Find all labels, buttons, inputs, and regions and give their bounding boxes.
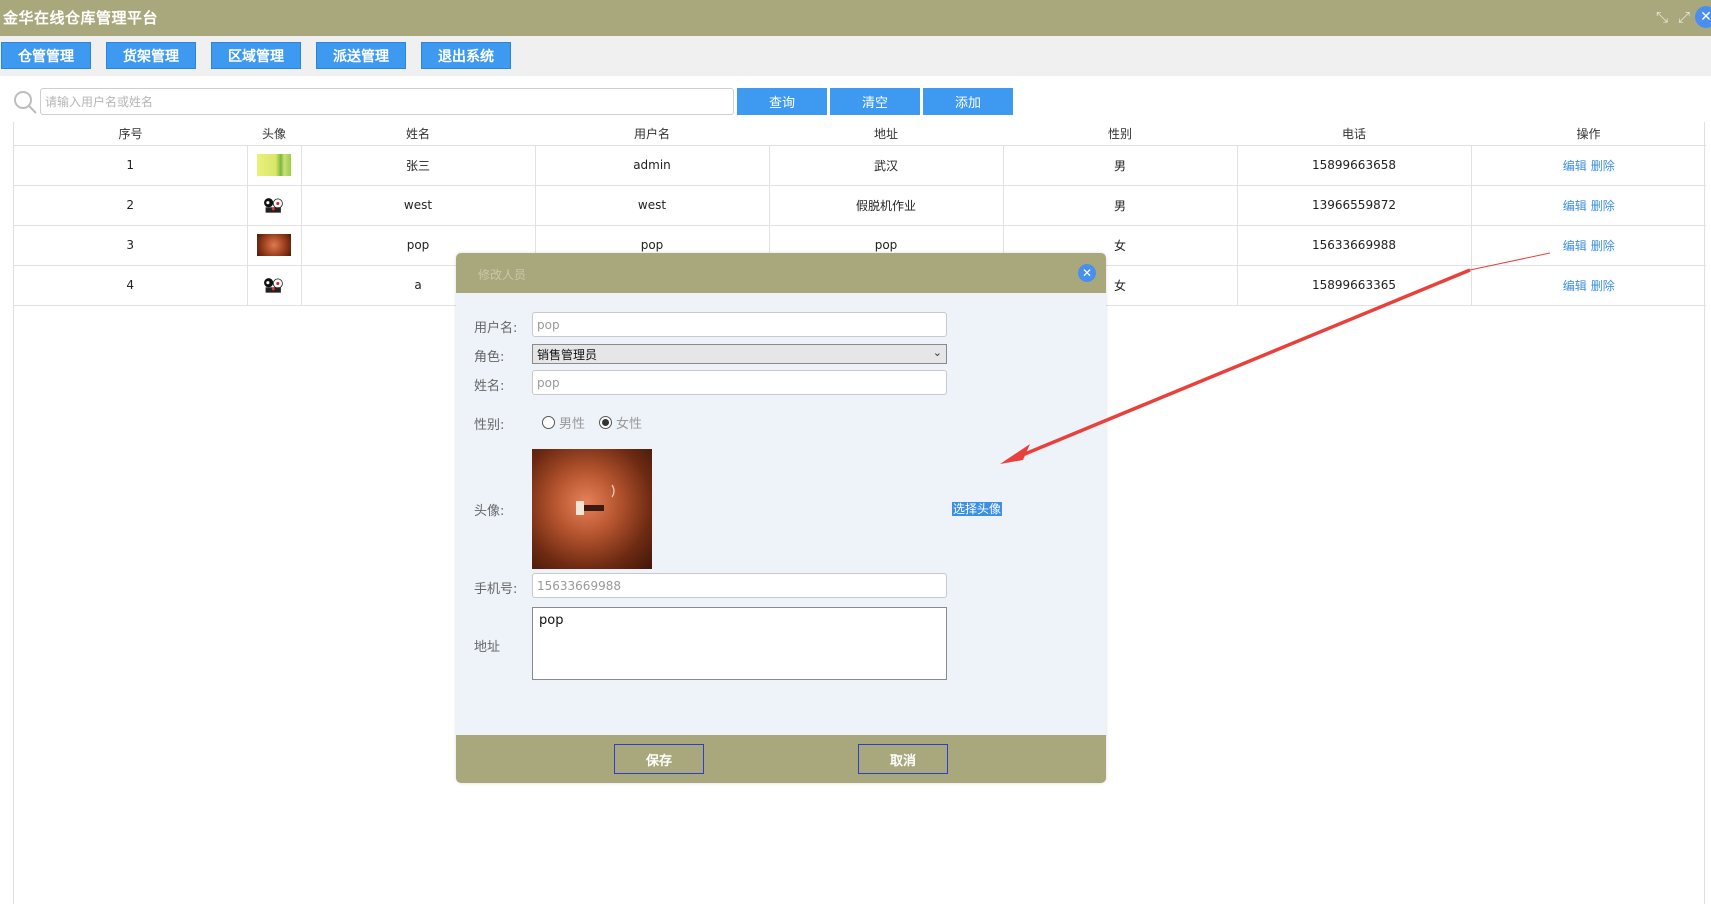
dialog-close-icon[interactable]: ✕ xyxy=(1078,264,1096,282)
nav-shelf-button[interactable]: 货架管理 xyxy=(106,42,196,69)
title-bar: 金华在线仓库管理平台 ⤡ ⤢ ✕ xyxy=(0,0,1711,36)
nav-warehouse-button[interactable]: 仓管管理 xyxy=(1,42,91,69)
avatar-label: 头像: xyxy=(474,504,505,519)
query-button[interactable]: 查询 xyxy=(737,88,827,115)
avatar-preview-logo xyxy=(576,484,615,515)
col-header-phone: 电话 xyxy=(1237,122,1471,146)
cell-gender: 男 xyxy=(1002,144,1238,186)
delete-link[interactable]: 删除 xyxy=(1591,239,1615,253)
cell-phone: 15899663365 xyxy=(1236,264,1472,306)
cell-avatar xyxy=(246,144,302,186)
cell-actions: 编辑 删除 xyxy=(1470,224,1706,266)
cell-name: west xyxy=(300,184,536,226)
save-button[interactable]: 保存 xyxy=(614,744,704,774)
table-row: 1 张三 admin 武汉 男 15899663658 编辑 删除 xyxy=(14,144,1706,186)
clear-button[interactable]: 清空 xyxy=(830,88,920,115)
cell-avatar xyxy=(246,264,302,306)
delete-link[interactable]: 删除 xyxy=(1591,199,1615,213)
cell-index: 2 xyxy=(14,184,248,226)
dialog-footer: 保存 取消 xyxy=(456,735,1106,783)
cell-avatar xyxy=(246,224,302,266)
edit-link[interactable]: 编辑 xyxy=(1563,239,1587,253)
gender-male-label: 男性 xyxy=(559,417,586,432)
avatar-preview xyxy=(532,449,652,569)
delete-link[interactable]: 删除 xyxy=(1591,159,1615,173)
cell-actions: 编辑 删除 xyxy=(1470,144,1706,186)
main-nav: 仓管管理 货架管理 区域管理 派送管理 退出系统 xyxy=(0,36,1711,76)
edit-user-dialog: 修改人员 ✕ 用户名: pop 角色: 销售管理员 ⌄ 姓名: pop 性别: … xyxy=(456,253,1106,783)
nav-delivery-button[interactable]: 派送管理 xyxy=(316,42,406,69)
gender-label: 性别: xyxy=(474,418,505,433)
chevron-down-icon: ⌄ xyxy=(932,346,942,359)
green-bamboo-avatar xyxy=(257,154,291,176)
nav-area-button[interactable]: 区域管理 xyxy=(211,42,301,69)
cell-index: 4 xyxy=(14,264,248,306)
delete-link[interactable]: 删除 xyxy=(1591,279,1615,293)
col-header-username: 用户名 xyxy=(535,122,769,146)
edit-link[interactable]: 编辑 xyxy=(1563,279,1587,293)
cell-username: west xyxy=(534,184,770,226)
username-label: 用户名: xyxy=(474,321,518,336)
restore-icon[interactable]: ⤡ xyxy=(1651,6,1673,28)
name-field[interactable]: pop xyxy=(532,370,947,395)
app-title: 金华在线仓库管理平台 xyxy=(3,9,159,27)
username-field[interactable]: pop xyxy=(532,312,947,337)
window-close-icon[interactable]: ✕ xyxy=(1695,6,1711,28)
cell-index: 1 xyxy=(14,144,248,186)
dialog-title: 修改人员 xyxy=(478,268,527,282)
cell-index: 3 xyxy=(14,224,248,266)
nav-logout-button[interactable]: 退出系统 xyxy=(421,42,511,69)
edit-link[interactable]: 编辑 xyxy=(1563,159,1587,173)
cell-phone: 15633669988 xyxy=(1236,224,1472,266)
col-header-avatar: 头像 xyxy=(247,122,301,146)
cell-avatar xyxy=(246,184,302,226)
brown-avatar xyxy=(257,234,291,256)
maximize-icon[interactable]: ⤢ xyxy=(1673,6,1695,28)
table-row: 2 west west 假脱机作业 男 13966559872 编辑 删除 xyxy=(14,184,1706,226)
role-select[interactable]: 销售管理员 ⌄ xyxy=(532,344,947,364)
table-header-row: 序号 头像 姓名 用户名 地址 性别 电话 操作 xyxy=(14,122,1706,146)
choose-avatar-button[interactable]: 选择头像 xyxy=(952,502,1003,516)
role-label: 角色: xyxy=(474,350,505,365)
search-icon xyxy=(14,91,37,114)
phone-label: 手机号: xyxy=(474,582,518,597)
search-input[interactable] xyxy=(40,88,734,115)
cell-address: 假脱机作业 xyxy=(768,184,1004,226)
cell-phone: 13966559872 xyxy=(1236,184,1472,226)
gender-female-label: 女性 xyxy=(616,417,643,432)
cell-username: admin xyxy=(534,144,770,186)
col-header-index: 序号 xyxy=(14,122,247,146)
app-root: 金华在线仓库管理平台 ⤡ ⤢ ✕ 仓管管理 货架管理 区域管理 派送管理 退出系… xyxy=(0,0,1711,904)
gender-female-radio[interactable] xyxy=(599,416,613,429)
cartoon-avatar xyxy=(264,278,283,293)
add-button[interactable]: 添加 xyxy=(923,88,1013,115)
phone-field[interactable]: 15633669988 xyxy=(532,573,947,598)
gender-male-radio[interactable] xyxy=(542,416,555,429)
cell-gender: 男 xyxy=(1002,184,1238,226)
cell-address: 武汉 xyxy=(768,144,1004,186)
col-header-address: 地址 xyxy=(769,122,1003,146)
role-select-value: 销售管理员 xyxy=(537,347,598,362)
cell-name: 张三 xyxy=(300,144,536,186)
address-textarea[interactable]: pop xyxy=(532,607,947,680)
cell-phone: 15899663658 xyxy=(1236,144,1472,186)
col-header-gender: 性别 xyxy=(1003,122,1237,146)
window-controls: ⤡ ⤢ ✕ xyxy=(1651,5,1711,29)
cell-actions: 编辑 删除 xyxy=(1470,264,1706,306)
col-header-actions: 操作 xyxy=(1471,122,1706,146)
dialog-header: 修改人员 ✕ xyxy=(456,253,1106,293)
col-header-name: 姓名 xyxy=(301,122,535,146)
cell-actions: 编辑 删除 xyxy=(1470,184,1706,226)
cancel-button[interactable]: 取消 xyxy=(858,744,948,774)
edit-link[interactable]: 编辑 xyxy=(1563,199,1587,213)
gender-radio-group: 男性 女性 xyxy=(542,413,642,432)
address-label: 地址 xyxy=(474,640,501,655)
name-label: 姓名: xyxy=(474,379,505,394)
cartoon-avatar xyxy=(264,198,283,213)
